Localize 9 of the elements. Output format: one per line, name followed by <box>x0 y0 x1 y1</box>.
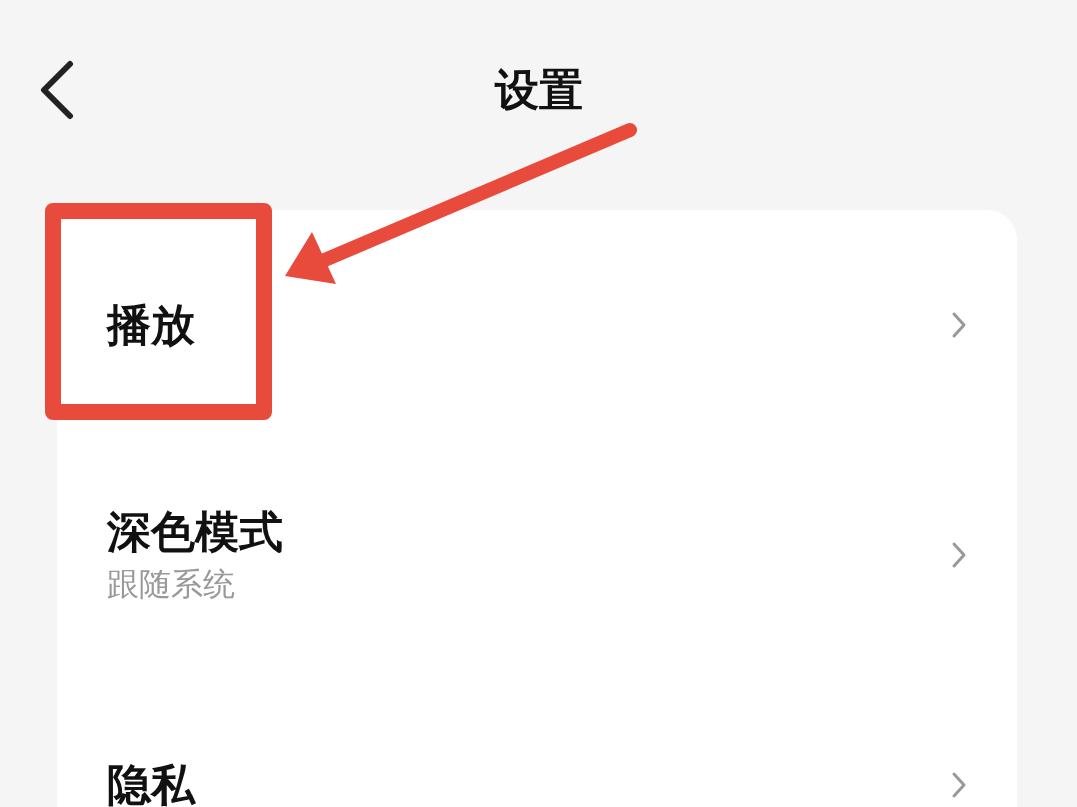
setting-title[interactable]: 播放 <box>107 303 195 347</box>
back-icon[interactable] <box>38 60 74 120</box>
setting-title[interactable]: 深色模式 <box>107 510 283 554</box>
page-title: 设置 <box>494 63 583 117</box>
setting-subtitle: 跟随系统 <box>107 568 236 600</box>
chevron-right-icon <box>951 771 967 799</box>
chevron-right-icon <box>951 541 967 569</box>
chevron-right-icon <box>951 311 967 339</box>
setting-title[interactable]: 隐私 <box>107 763 195 807</box>
